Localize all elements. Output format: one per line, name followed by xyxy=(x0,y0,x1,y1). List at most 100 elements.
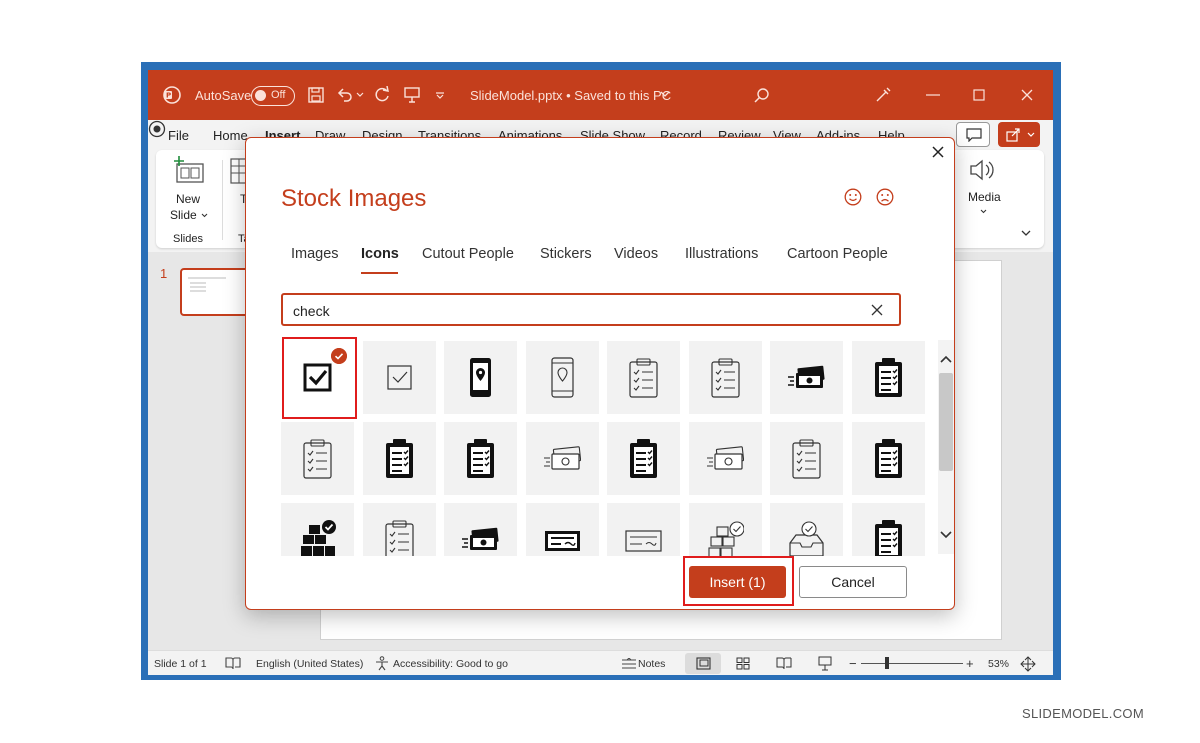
spelling-icon[interactable] xyxy=(225,656,241,670)
new-slide-label[interactable]: New xyxy=(176,192,200,206)
icon-tile[interactable] xyxy=(281,503,354,556)
smile-feedback-icon[interactable] xyxy=(844,188,862,206)
icon-tile[interactable] xyxy=(525,422,599,495)
chevron-down-icon[interactable] xyxy=(660,91,670,98)
frown-feedback-icon[interactable] xyxy=(876,188,894,206)
search-icon[interactable] xyxy=(754,87,770,103)
icon-tile[interactable] xyxy=(362,341,436,414)
record-icon[interactable] xyxy=(148,120,166,138)
icon-tile[interactable] xyxy=(688,422,762,495)
zoom-in-button[interactable]: + xyxy=(966,656,974,671)
icon-tile[interactable] xyxy=(607,422,680,495)
accessibility-icon[interactable] xyxy=(374,656,390,671)
scroll-down-icon[interactable] xyxy=(940,531,952,539)
tab-file[interactable]: File xyxy=(168,128,189,143)
clear-search-icon[interactable] xyxy=(869,302,885,318)
reading-view-icon[interactable] xyxy=(776,657,792,670)
tab-home[interactable]: Home xyxy=(213,128,248,143)
minimize-icon[interactable] xyxy=(926,94,940,96)
icon-tile[interactable] xyxy=(607,341,680,414)
clipboard-checklist-thin-icon xyxy=(792,439,821,479)
icon-tile[interactable] xyxy=(851,422,925,495)
phone-location-icon xyxy=(470,358,491,397)
new-slide-label-2[interactable]: Slide xyxy=(170,208,197,222)
file-status[interactable]: SlideModel.pptx • Saved to this PC xyxy=(470,88,671,103)
active-tab-indicator xyxy=(361,272,398,274)
icon-tile[interactable] xyxy=(770,341,843,414)
chevron-down-icon xyxy=(1027,132,1035,137)
scroll-up-icon[interactable] xyxy=(940,355,952,363)
tab-cutout-people[interactable]: Cutout People xyxy=(422,246,514,262)
icon-tile[interactable] xyxy=(688,503,762,556)
icon-tile[interactable] xyxy=(607,503,680,556)
maximize-icon[interactable] xyxy=(973,89,985,101)
icon-tile[interactable] xyxy=(444,341,517,414)
chevron-down-icon[interactable] xyxy=(201,213,208,218)
redo-icon[interactable] xyxy=(373,86,391,104)
group-label-slides: Slides xyxy=(173,233,203,245)
collapse-ribbon-icon[interactable] xyxy=(1021,230,1031,237)
bank-check-icon xyxy=(544,531,580,551)
cancel-button[interactable]: Cancel xyxy=(799,566,907,598)
comments-button[interactable] xyxy=(956,122,990,147)
chevron-down-icon[interactable] xyxy=(980,209,987,214)
present-icon[interactable] xyxy=(403,86,421,104)
close-icon[interactable] xyxy=(930,144,946,160)
save-icon[interactable] xyxy=(308,87,324,103)
notes-icon[interactable] xyxy=(621,658,637,669)
slideshow-icon[interactable] xyxy=(818,656,832,671)
icon-tile[interactable] xyxy=(851,341,925,414)
scroll-thumb[interactable] xyxy=(939,373,953,471)
zoom-slider-thumb[interactable] xyxy=(885,657,889,669)
icon-tile[interactable] xyxy=(444,422,517,495)
new-slide-icon[interactable] xyxy=(173,156,205,186)
language-status[interactable]: English (United States) xyxy=(256,658,363,670)
icon-tile[interactable] xyxy=(281,422,354,495)
thumbnail-content xyxy=(188,277,226,292)
icon-tile[interactable] xyxy=(362,503,436,556)
icon-tile[interactable] xyxy=(525,503,599,556)
selected-icon-highlight xyxy=(282,337,357,419)
autosave-state: Off xyxy=(271,89,286,101)
tab-icons[interactable]: Icons xyxy=(361,246,399,262)
fit-to-window-icon[interactable] xyxy=(1020,656,1036,672)
money-stack-icon xyxy=(462,527,499,550)
dialog-title: Stock Images xyxy=(281,185,427,212)
icon-tile[interactable] xyxy=(444,503,517,556)
designer-icon[interactable] xyxy=(874,86,892,104)
search-box xyxy=(281,293,901,326)
selected-checkmark-icon xyxy=(331,348,347,364)
tab-illustrations[interactable]: Illustrations xyxy=(685,246,758,262)
search-input[interactable] xyxy=(293,301,853,321)
share-button[interactable] xyxy=(998,122,1040,147)
icon-tile[interactable] xyxy=(770,503,843,556)
slide-sorter-icon[interactable] xyxy=(736,657,750,670)
thumbnail-number: 1 xyxy=(160,266,168,281)
accessibility-status[interactable]: Accessibility: Good to go xyxy=(393,658,508,670)
tab-cartoon-people[interactable]: Cartoon People xyxy=(787,246,888,262)
icon-tile[interactable] xyxy=(688,341,762,414)
close-icon[interactable] xyxy=(1021,89,1033,101)
notes-button[interactable]: Notes xyxy=(638,658,665,670)
toggle-knob xyxy=(255,90,266,101)
zoom-slider[interactable] xyxy=(861,657,963,669)
audio-icon[interactable] xyxy=(968,158,996,182)
zoom-out-button[interactable]: − xyxy=(849,656,857,671)
autosave-toggle[interactable]: Off xyxy=(251,86,295,106)
insert-button[interactable]: Insert (1) xyxy=(689,566,786,598)
tab-stickers[interactable]: Stickers xyxy=(540,246,592,262)
icon-tile[interactable] xyxy=(525,341,599,414)
normal-view-button[interactable] xyxy=(685,653,721,674)
phone-location-thin-icon xyxy=(550,357,574,398)
icon-tile[interactable] xyxy=(851,503,925,556)
clipboard-checklist-icon xyxy=(467,439,494,478)
tab-images[interactable]: Images xyxy=(291,246,339,262)
zoom-level[interactable]: 53% xyxy=(988,658,1009,670)
media-label[interactable]: Media xyxy=(968,190,1001,204)
undo-dropdown-icon[interactable] xyxy=(356,92,364,98)
icon-tile[interactable] xyxy=(770,422,843,495)
customize-qat-icon[interactable] xyxy=(435,92,445,99)
icon-tile[interactable] xyxy=(362,422,436,495)
undo-icon[interactable] xyxy=(336,86,354,104)
tab-videos[interactable]: Videos xyxy=(614,246,658,262)
